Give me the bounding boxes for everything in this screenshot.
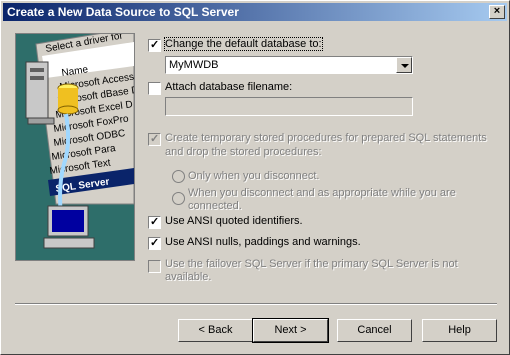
check-icon: ✓ (150, 216, 160, 228)
ansi-nulls-checkbox[interactable]: ✓ (148, 237, 161, 250)
default-database-combo[interactable]: MyMWDB (165, 56, 413, 74)
default-database-value: MyMWDB (169, 59, 219, 71)
dialog-window: Create a New Data Source to SQL Server ×… (0, 0, 510, 355)
close-button[interactable]: × (489, 5, 505, 19)
back-button[interactable]: < Back (178, 319, 253, 342)
driver-illustration-icon: Select a driver for Name Microsoft Acces… (16, 34, 134, 260)
separator (15, 303, 497, 305)
cancel-button[interactable]: Cancel (337, 319, 412, 342)
attach-db-checkbox[interactable] (148, 82, 161, 95)
radio-when-appropriate-label-line2: connected. (188, 200, 242, 212)
change-default-db-label: Change the default database to: (164, 37, 323, 51)
create-temp-sp-label-line1: Create temporary stored procedures for p… (165, 132, 487, 144)
close-icon: × (493, 5, 501, 17)
radio-only-disconnect-label: Only when you disconnect. (188, 170, 320, 182)
attach-db-label: Attach database filename: (165, 81, 293, 93)
failover-checkbox[interactable] (148, 260, 161, 273)
create-temp-sp-checkbox[interactable]: ✓ (148, 133, 161, 146)
radio-when-appropriate[interactable] (172, 192, 185, 205)
window-title: Create a New Data Source to SQL Server (7, 5, 239, 19)
attach-db-filename-field[interactable] (165, 97, 413, 116)
create-temp-sp-label-line2: and drop the stored procedures: (165, 146, 322, 158)
wizard-illustration: Select a driver for Name Microsoft Acces… (15, 33, 135, 261)
failover-label-line2: available. (165, 271, 212, 283)
title-bar[interactable]: Create a New Data Source to SQL Server × (3, 3, 507, 21)
ansi-nulls-label: Use ANSI nulls, paddings and warnings. (165, 236, 361, 248)
ansi-quoted-checkbox[interactable]: ✓ (148, 216, 161, 229)
failover-label-line1: Use the failover SQL Server if the prima… (165, 258, 458, 270)
help-button[interactable]: Help (422, 319, 497, 342)
check-icon: ✓ (150, 133, 160, 145)
radio-only-disconnect[interactable] (172, 170, 185, 183)
radio-when-appropriate-label-line1: When you disconnect and as appropriate w… (188, 187, 456, 199)
change-default-db-checkbox[interactable]: ✓ (148, 39, 161, 52)
ansi-quoted-label: Use ANSI quoted identifiers. (165, 215, 303, 227)
check-icon: ✓ (150, 39, 160, 51)
chevron-down-icon[interactable] (396, 57, 412, 73)
next-button[interactable]: Next > (252, 318, 329, 343)
check-icon: ✓ (150, 237, 160, 249)
